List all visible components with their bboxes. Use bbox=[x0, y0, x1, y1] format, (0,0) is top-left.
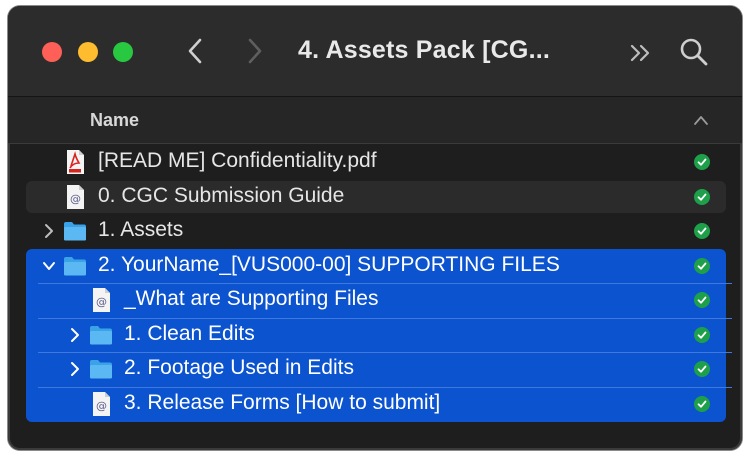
file-name: 1. Clean Edits bbox=[124, 321, 255, 345]
folder-icon bbox=[88, 322, 114, 348]
title-bar: 4. Assets Pack [CG... bbox=[8, 6, 742, 97]
search-icon[interactable] bbox=[678, 36, 710, 68]
folder-icon bbox=[88, 356, 114, 382]
file-row[interactable]: 2. YourName_[VUS000-00] SUPPORTING FILES bbox=[26, 250, 726, 282]
folder-icon bbox=[62, 218, 88, 244]
column-header[interactable]: Name bbox=[8, 97, 742, 144]
file-row[interactable]: @3. Release Forms [How to submit] bbox=[26, 388, 726, 420]
file-row[interactable]: @ _What are Supporting Files bbox=[26, 284, 726, 316]
disclosure-expanded-icon[interactable] bbox=[42, 258, 56, 274]
file-row[interactable]: 1. Clean Edits bbox=[26, 319, 726, 351]
svg-text:@: @ bbox=[96, 296, 107, 309]
chevron-right-icon bbox=[248, 38, 262, 64]
folder-icon bbox=[62, 253, 88, 279]
file-row[interactable]: 2. Footage Used in Edits bbox=[26, 353, 726, 385]
chevron-left-icon bbox=[188, 38, 202, 64]
sync-status-checkmark-icon bbox=[694, 326, 710, 343]
zoom-window-button[interactable] bbox=[113, 42, 133, 62]
disclosure-collapsed-icon[interactable] bbox=[42, 223, 56, 239]
toolbar-overflow-icon[interactable] bbox=[626, 38, 656, 68]
file-name: _What are Supporting Files bbox=[124, 287, 379, 310]
file-name: 3. Release Forms [How to submit] bbox=[124, 390, 441, 414]
file-name: 2. YourName_[VUS000-00] SUPPORTING FILES bbox=[98, 252, 560, 276]
file-name: 1. Assets bbox=[98, 218, 184, 241]
file-row[interactable]: [READ ME] Confidentiality.pdf bbox=[26, 146, 726, 178]
name-column-label: Name bbox=[90, 110, 140, 130]
disclosure-collapsed-icon[interactable] bbox=[68, 361, 82, 377]
svg-text:@: @ bbox=[96, 399, 107, 412]
svg-text:@: @ bbox=[70, 192, 81, 205]
sort-ascending-icon[interactable] bbox=[692, 113, 710, 127]
file-name: 2. Footage Used in Edits bbox=[124, 356, 354, 379]
webloc-file-icon: @ bbox=[88, 391, 114, 417]
close-window-button[interactable] bbox=[42, 42, 62, 62]
file-row[interactable]: 1. Assets bbox=[26, 215, 726, 247]
file-name: 0. CGC Submission Guide bbox=[98, 183, 345, 207]
file-name: [READ ME] Confidentiality.pdf bbox=[98, 149, 377, 172]
sync-status-checkmark-icon bbox=[694, 395, 710, 412]
sync-status-checkmark-icon bbox=[694, 361, 710, 377]
webloc-file-icon: @ bbox=[62, 184, 88, 210]
minimize-window-button[interactable] bbox=[78, 42, 98, 62]
finder-window: 4. Assets Pack [CG... Name [READ ME] Con… bbox=[8, 6, 742, 450]
sync-status-checkmark-icon bbox=[694, 223, 710, 239]
disclosure-collapsed-icon[interactable] bbox=[68, 327, 82, 343]
file-row[interactable]: @0. CGC Submission Guide bbox=[26, 180, 726, 213]
window-title: 4. Assets Pack [CG... bbox=[298, 36, 551, 64]
sync-status-checkmark-icon bbox=[694, 257, 710, 274]
back-button[interactable] bbox=[180, 36, 210, 66]
forward-button[interactable] bbox=[240, 36, 270, 66]
sync-status-checkmark-icon bbox=[694, 188, 710, 205]
webloc-file-icon: @ bbox=[88, 287, 114, 313]
sync-status-checkmark-icon bbox=[694, 154, 710, 170]
sync-status-checkmark-icon bbox=[694, 292, 710, 308]
pdf-file-icon bbox=[62, 149, 88, 175]
